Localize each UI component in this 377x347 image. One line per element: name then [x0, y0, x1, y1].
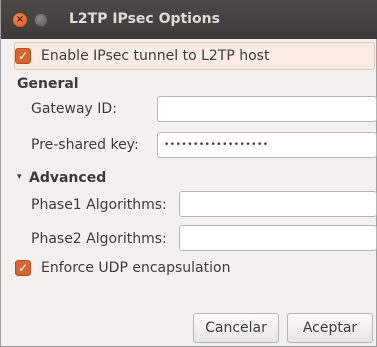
enforce-udp-checkbox-row[interactable]: ✓ Enforce UDP encapsulation: [15, 257, 230, 279]
window-title: L2TP IPsec Options: [69, 11, 220, 27]
phase1-algorithms-input[interactable]: [179, 191, 377, 217]
pre-shared-key-input[interactable]: ••••••••••••••••••: [157, 132, 377, 158]
phase2-algorithms-input[interactable]: [179, 225, 377, 251]
minimize-window-icon[interactable]: [34, 13, 48, 27]
advanced-expander-icon[interactable]: ▾: [17, 169, 29, 185]
phase2-algorithms-label: Phase2 Algorithms:: [31, 231, 167, 247]
enforce-udp-checkbox[interactable]: ✓: [15, 260, 31, 276]
enable-ipsec-checkbox-row[interactable]: ✓ Enable IPsec tunnel to L2TP host: [15, 45, 269, 67]
enforce-udp-label: Enforce UDP encapsulation: [41, 260, 231, 276]
title-bar[interactable]: × L2TP IPsec Options: [1, 0, 377, 39]
gateway-id-input[interactable]: [157, 96, 377, 122]
general-section-heading: General: [17, 76, 79, 92]
accept-button[interactable]: Aceptar: [287, 313, 373, 343]
pre-shared-key-label: Pre-shared key:: [31, 137, 139, 153]
phase1-algorithms-label: Phase1 Algorithms:: [31, 197, 167, 213]
enable-ipsec-checkbox[interactable]: ✓: [15, 48, 31, 64]
gateway-id-label: Gateway ID:: [31, 101, 117, 117]
l2tp-ipsec-options-dialog: × L2TP IPsec Options ✓ Enable IPsec tunn…: [0, 0, 377, 347]
close-window-icon[interactable]: ×: [13, 13, 27, 27]
cancel-button[interactable]: Cancelar: [193, 313, 279, 343]
advanced-section-heading[interactable]: Advanced: [29, 170, 106, 186]
enable-ipsec-label: Enable IPsec tunnel to L2TP host: [41, 48, 270, 64]
